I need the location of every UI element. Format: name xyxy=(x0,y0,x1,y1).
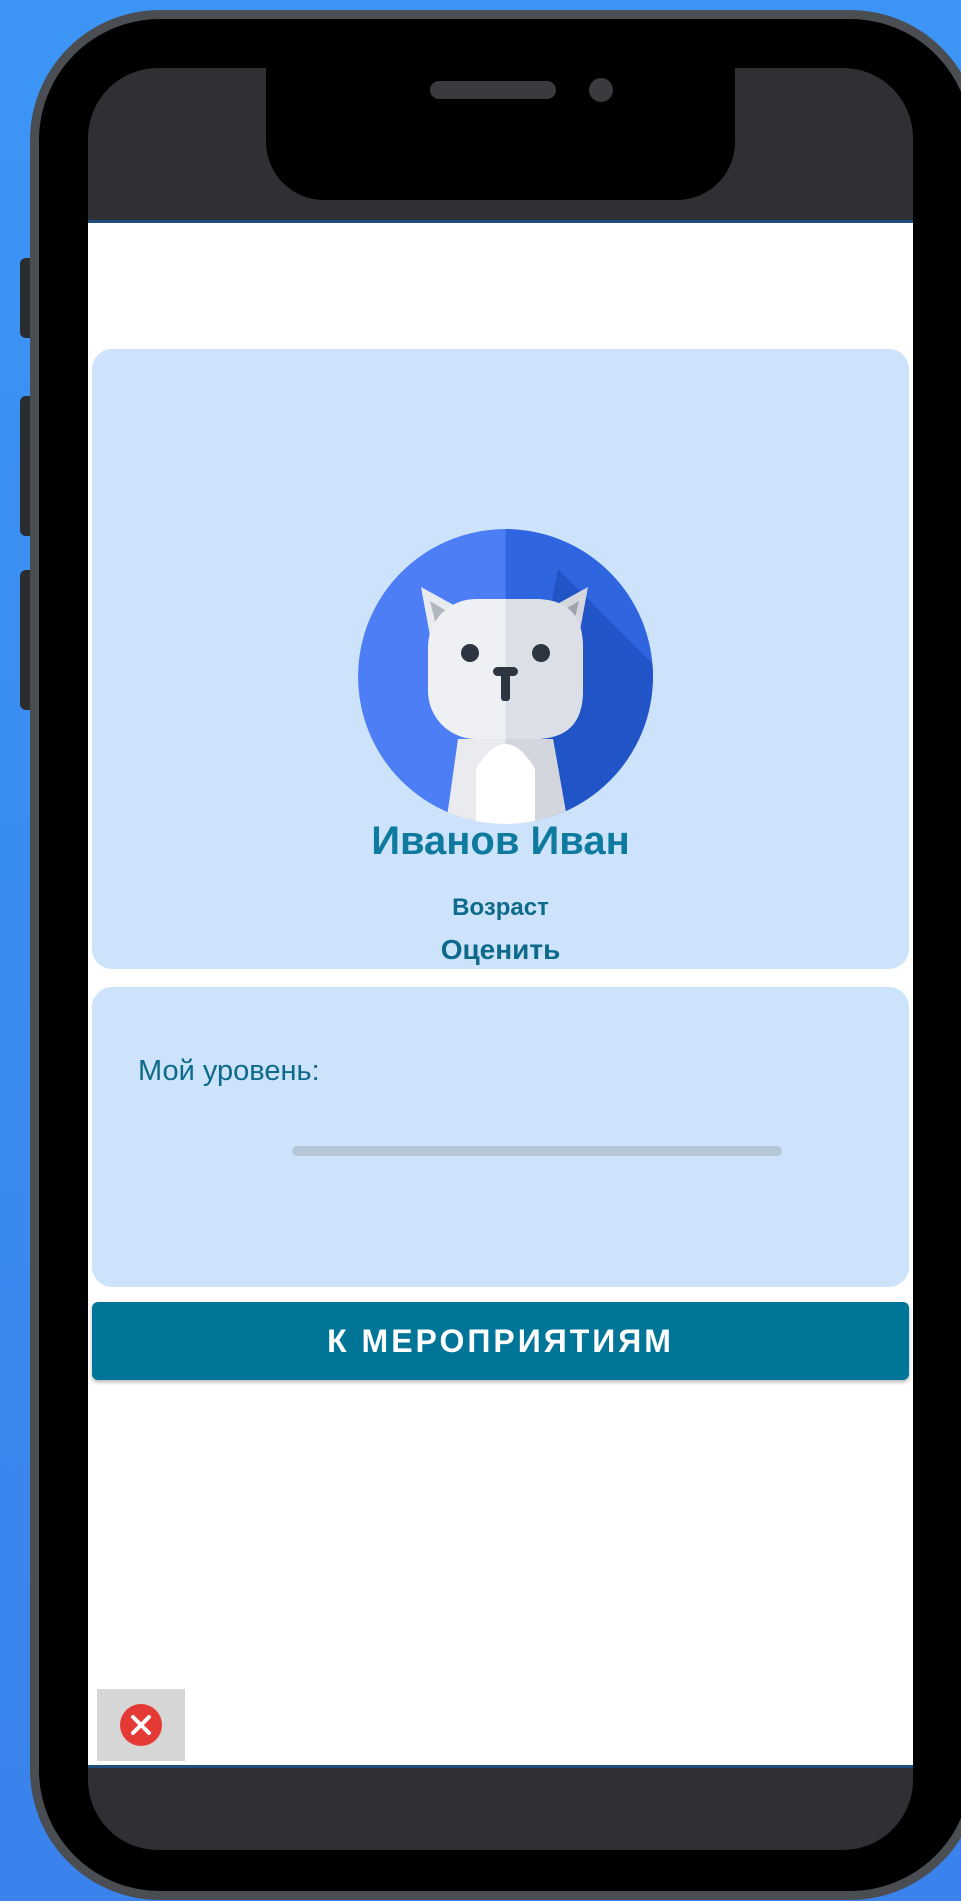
close-icon xyxy=(120,1704,162,1746)
level-card: Мой уровень: xyxy=(92,987,909,1287)
phone-screen: Иванов Иван Возраст Оценить Мой уровень:… xyxy=(88,68,913,1850)
level-label: Мой уровень: xyxy=(138,1055,320,1087)
close-button[interactable] xyxy=(97,1689,185,1761)
profile-card: Иванов Иван Возраст Оценить xyxy=(92,349,909,969)
speaker-grille xyxy=(430,81,556,99)
cat-avatar-icon xyxy=(358,529,653,824)
front-camera xyxy=(589,78,613,102)
events-button[interactable]: К МЕРОПРИЯТИЯМ xyxy=(92,1302,909,1380)
level-progress-bar xyxy=(292,1146,782,1156)
phone-notch xyxy=(266,68,735,200)
app-content: Иванов Иван Возраст Оценить Мой уровень:… xyxy=(88,220,913,1768)
age-label: Возраст xyxy=(452,894,549,921)
rate-link[interactable]: Оценить xyxy=(92,934,909,966)
profile-name: Иванов Иван xyxy=(371,819,630,863)
